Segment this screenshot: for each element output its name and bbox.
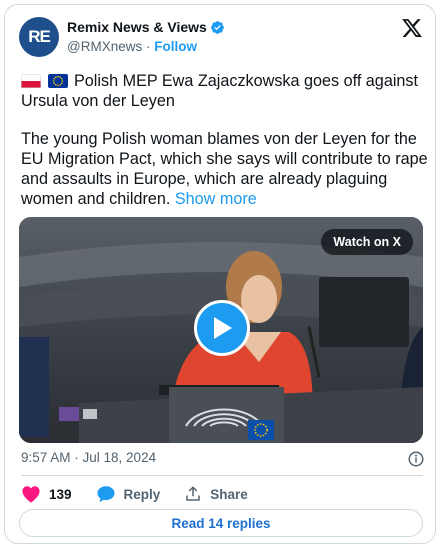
name-row: Remix News & Views: [67, 19, 225, 35]
handle-row: @RMXnews · Follow: [67, 39, 197, 54]
display-name[interactable]: Remix News & Views: [67, 19, 207, 35]
poland-flag-icon: [21, 74, 41, 88]
avatar[interactable]: RE: [19, 17, 59, 57]
show-more-link[interactable]: Show more: [175, 190, 257, 208]
share-icon: [186, 486, 201, 501]
tweet-text: Polish MEP Ewa Zajaczkowska goes off aga…: [21, 71, 429, 227]
reply-label: Reply: [123, 486, 161, 502]
tweet-headline: Polish MEP Ewa Zajaczkowska goes off aga…: [21, 72, 419, 110]
follow-button[interactable]: Follow: [154, 39, 197, 54]
avatar-text: RE: [28, 27, 51, 46]
verified-badge-icon: [210, 20, 224, 34]
watch-on-x-label: Watch on X: [333, 235, 401, 249]
divider: [21, 475, 423, 476]
tweet-meta: 9:57 AM · Jul 18, 2024: [21, 450, 425, 470]
tweet-headline-paragraph: Polish MEP Ewa Zajaczkowska goes off aga…: [21, 71, 429, 111]
reply-bubble-icon: [96, 486, 115, 503]
separator: ·: [146, 39, 151, 54]
heart-icon: [22, 486, 40, 503]
tweet-header: RE Remix News & Views @RMXnews · Follow: [19, 13, 423, 63]
like-button[interactable]: 139: [21, 485, 72, 503]
share-label: Share: [210, 486, 248, 502]
action-bar: 139 Reply Share: [21, 483, 272, 505]
timestamp[interactable]: 9:57 AM · Jul 18, 2024: [21, 450, 156, 465]
share-button[interactable]: Share: [184, 485, 248, 503]
info-icon[interactable]: [407, 450, 425, 468]
video-player[interactable]: Watch on X: [19, 217, 423, 443]
eu-flag-icon: [47, 74, 68, 88]
read-replies-button[interactable]: Read 14 replies: [19, 509, 423, 537]
like-count: 139: [49, 486, 72, 502]
handle[interactable]: @RMXnews: [67, 39, 142, 54]
reply-button[interactable]: Reply: [96, 485, 161, 503]
tweet-body-paragraph: The young Polish woman blames von der Le…: [21, 129, 429, 209]
play-button[interactable]: [194, 300, 250, 356]
x-logo-icon[interactable]: [401, 17, 423, 39]
tweet-card: RE Remix News & Views @RMXnews · Follow: [4, 4, 436, 544]
watch-on-x-button[interactable]: Watch on X: [321, 229, 413, 255]
play-icon: [214, 317, 232, 339]
read-replies-label: Read 14 replies: [171, 515, 271, 531]
